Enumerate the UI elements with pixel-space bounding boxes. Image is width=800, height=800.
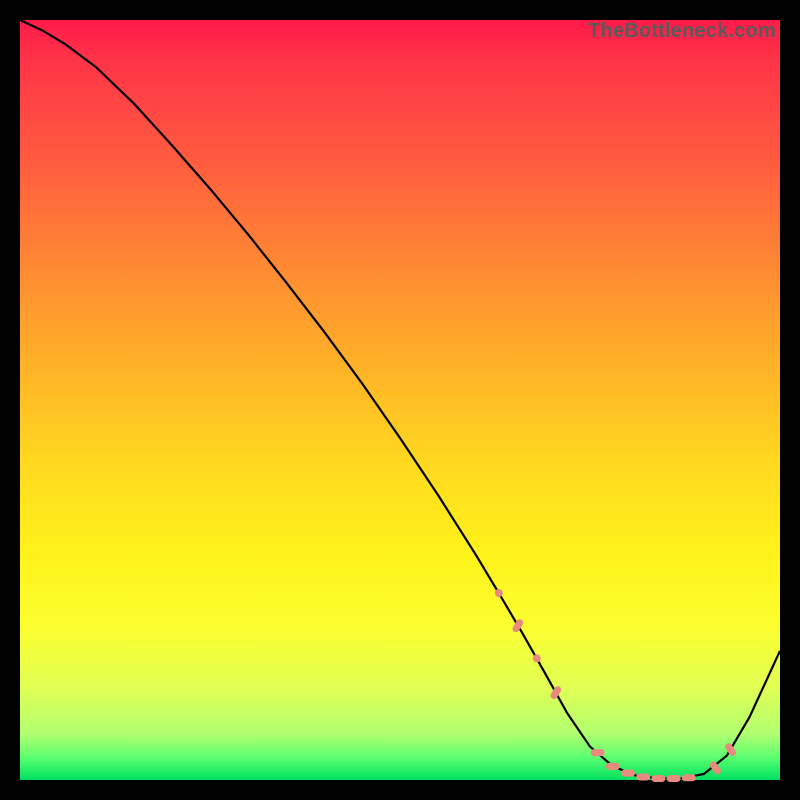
marker [636,773,650,780]
marker [495,589,503,597]
marker [549,685,562,701]
marker-layer [495,589,738,782]
marker [651,775,665,782]
curve-line [20,20,780,778]
chart-svg [20,20,780,780]
marker [533,654,541,662]
marker [724,742,738,757]
plot-area: TheBottleneck.com [20,20,780,780]
marker [591,749,605,756]
marker [682,774,696,781]
marker [667,775,681,782]
marker [621,770,635,777]
marker [606,763,620,770]
